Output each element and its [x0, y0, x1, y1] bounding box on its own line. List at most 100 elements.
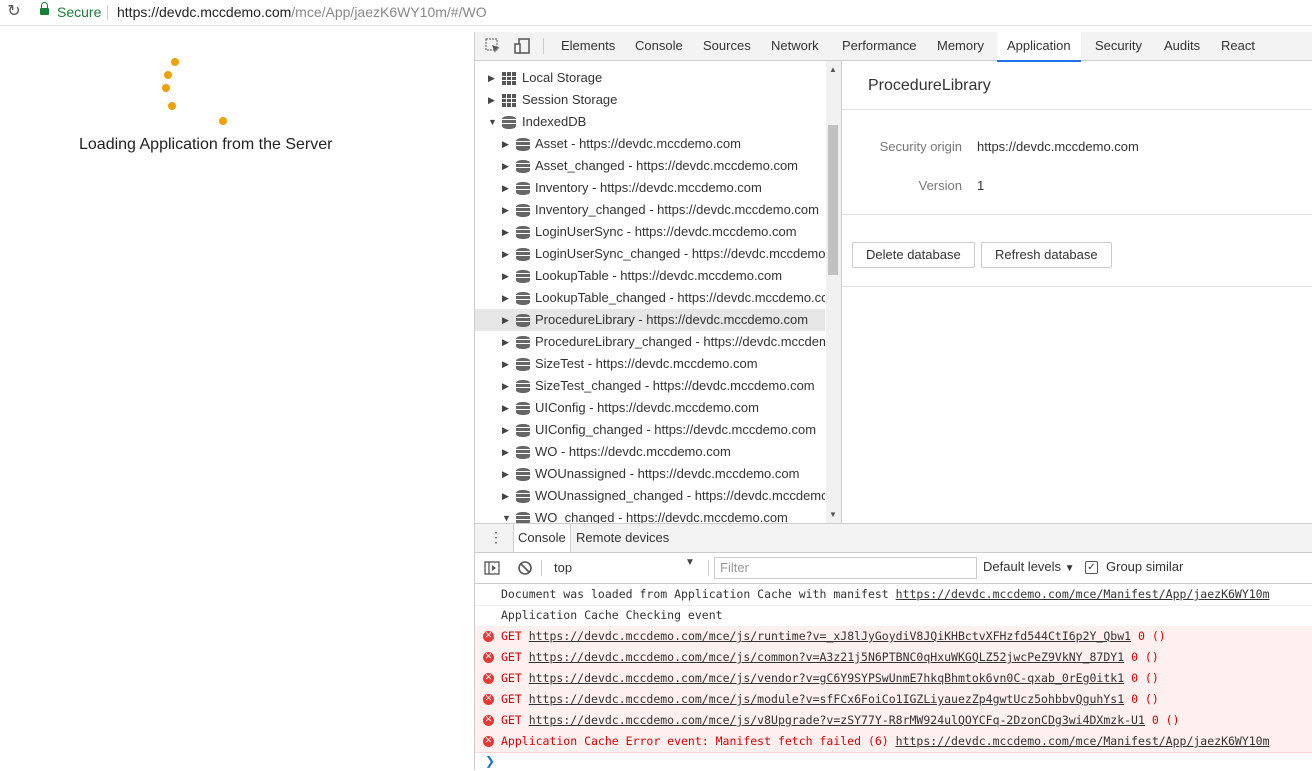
device-toggle-icon[interactable] [514, 38, 530, 54]
collapse-arrow-icon[interactable]: ▶ [502, 353, 512, 375]
message-link[interactable]: https://devdc.mccdemo.com/mce/js/runtime… [529, 629, 1131, 643]
expand-arrow-icon[interactable]: ▼ [488, 111, 498, 133]
collapse-arrow-icon[interactable]: ▶ [502, 177, 512, 199]
tab-elements[interactable]: Elements [551, 32, 625, 60]
tree-item-sizetest-changed[interactable]: ▶ SizeTest_changed - https://devdc.mccdem… [475, 375, 825, 397]
storage-grid-icon [502, 72, 516, 85]
message-text: GET https://devdc.mccdemo.com/mce/js/ven… [501, 668, 1159, 689]
context-select[interactable]: top [547, 558, 706, 578]
tree-item-label: LookupTable - https://devdc.mccdemo.com [535, 268, 783, 283]
collapse-arrow-icon[interactable]: ▶ [502, 221, 512, 243]
tab-sources[interactable]: Sources [693, 32, 761, 60]
message-text: GET https://devdc.mccdemo.com/mce/js/run… [501, 626, 1166, 647]
security-origin-label: Security origin [879, 139, 962, 154]
tab-remote-devices[interactable]: Remote devices [572, 524, 673, 552]
tree-item-wo[interactable]: ▶ WO - https://devdc.mccdemo.com [475, 441, 825, 463]
tree-item-label: Local Storage [522, 70, 603, 85]
refresh-database-button[interactable]: Refresh database [981, 242, 1112, 268]
tab-memory[interactable]: Memory [927, 32, 994, 60]
error-icon: ✕ [483, 673, 494, 684]
tree-item-procedurelibrary[interactable]: ▶ ProcedureLibrary - https://devdc.mccdem… [475, 309, 825, 331]
tab-network[interactable]: Network [761, 32, 829, 60]
collapse-arrow-icon[interactable]: ▶ [502, 375, 512, 397]
collapse-arrow-icon[interactable]: ▶ [502, 265, 512, 287]
filter-input[interactable]: Filter [714, 557, 977, 579]
collapse-arrow-icon[interactable]: ▶ [502, 419, 512, 441]
more-options-icon[interactable]: ⋮ [489, 530, 503, 544]
tree-item-procedurelibrary-changed[interactable]: ▶ ProcedureLibrary_changed - https://devd… [475, 331, 825, 353]
tab-audits[interactable]: Audits [1154, 32, 1210, 60]
clear-console-icon[interactable] [517, 560, 533, 576]
tree-item-label: ProcedureLibrary - https://devdc.mccdemo… [535, 312, 809, 327]
expand-arrow-icon[interactable]: ▼ [502, 507, 512, 523]
collapse-arrow-icon[interactable]: ▶ [502, 485, 512, 507]
message-prefix: Application Cache Error event: Manifest … [501, 734, 896, 748]
tree-item-uiconfig-changed[interactable]: ▶ UIConfig_changed - https://devdc.mccdem… [475, 419, 825, 441]
collapse-arrow-icon[interactable]: ▶ [502, 463, 512, 485]
collapse-arrow-icon[interactable]: ▶ [502, 133, 512, 155]
collapse-arrow-icon[interactable]: ▶ [502, 397, 512, 419]
tree-item-loginusersync[interactable]: ▶ LoginUserSync - https://devdc.mccdemo.c… [475, 221, 825, 243]
message-link[interactable]: https://devdc.mccdemo.com/mce/Manifest/A… [896, 587, 1270, 601]
message-link[interactable]: https://devdc.mccdemo.com/mce/Manifest/A… [896, 734, 1270, 748]
tree-item-local-storage[interactable]: ▶ Local Storage [475, 67, 825, 89]
collapse-arrow-icon[interactable]: ▶ [502, 441, 512, 463]
secure-label[interactable]: Secure [57, 4, 101, 20]
url-path: /mce/App/jaezK6WY10m/#/WO [291, 4, 487, 20]
tree-item-inventory[interactable]: ▶ Inventory - https://devdc.mccdemo.com [475, 177, 825, 199]
reload-icon[interactable]: ↻ [5, 3, 23, 21]
collapse-arrow-icon[interactable]: ▶ [502, 199, 512, 221]
database-icon [516, 468, 530, 481]
tree-item-wounassigned-changed[interactable]: ▶ WOUnassigned_changed - https://devdc.mc… [475, 485, 825, 507]
tree-item-loginusersync-changed[interactable]: ▶ LoginUserSync_changed - https://devdc.m… [475, 243, 825, 265]
tree-item-lookuptable[interactable]: ▶ LookupTable - https://devdc.mccdemo.com [475, 265, 825, 287]
tab-application[interactable]: Application [997, 32, 1081, 62]
divider [541, 560, 542, 576]
tree-item-sizetest[interactable]: ▶ SizeTest - https://devdc.mccdemo.com [475, 353, 825, 375]
collapse-arrow-icon[interactable]: ▶ [502, 243, 512, 265]
collapse-arrow-icon[interactable]: ▶ [502, 331, 512, 353]
group-similar-checkbox[interactable]: ✓ [1085, 561, 1098, 574]
tree-item-label: Asset - https://devdc.mccdemo.com [535, 136, 741, 151]
database-icon [516, 160, 530, 173]
message-link[interactable]: https://devdc.mccdemo.com/mce/js/common?… [529, 650, 1124, 664]
message-prefix: GET [501, 713, 529, 727]
collapse-arrow-icon[interactable]: ▶ [502, 309, 512, 331]
tree-item-inventory-changed[interactable]: ▶ Inventory_changed - https://devdc.mccde… [475, 199, 825, 221]
tree-item-uiconfig[interactable]: ▶ UIConfig - https://devdc.mccdemo.com [475, 397, 825, 419]
tree-item-asset[interactable]: ▶ Asset - https://devdc.mccdemo.com [475, 133, 825, 155]
inspect-icon[interactable] [485, 38, 501, 54]
delete-database-button[interactable]: Delete database [852, 242, 975, 268]
divider [708, 560, 709, 576]
tab-react[interactable]: React [1211, 32, 1265, 60]
tab-performance[interactable]: Performance [832, 32, 926, 60]
tree-item-wounassigned[interactable]: ▶ WOUnassigned - https://devdc.mccdemo.co… [475, 463, 825, 485]
tree-item-label: UIConfig_changed - https://devdc.mccdemo… [535, 422, 817, 437]
tree-item-lookuptable-changed[interactable]: ▶ LookupTable_changed - https://devdc.mcc… [475, 287, 825, 309]
tree-item-indexeddb[interactable]: ▼ IndexedDB [475, 111, 825, 133]
drawer-tabs: ⋮ Console Remote devices [475, 524, 1312, 553]
message-link[interactable]: https://devdc.mccdemo.com/mce/js/v8Upgra… [529, 713, 1145, 727]
tab-console[interactable]: Console [513, 524, 571, 552]
devtools-panel: Elements Console Sources Network Performance… [474, 32, 1312, 770]
tree-item-wo-changed[interactable]: ▼ WO_changed - https://devdc.mccdemo.com [475, 507, 825, 523]
tab-security[interactable]: Security [1085, 32, 1152, 60]
error-icon: ✕ [483, 652, 494, 663]
scroll-down-icon[interactable]: ▼ [829, 510, 837, 519]
url-text[interactable]: https://devdc.mccdemo.com/mce/App/jaezK6… [117, 4, 487, 20]
collapse-arrow-icon[interactable]: ▶ [502, 155, 512, 177]
collapse-arrow-icon[interactable]: ▶ [488, 67, 498, 89]
message-text: GET https://devdc.mccdemo.com/mce/js/v8U… [501, 710, 1180, 731]
message-link[interactable]: https://devdc.mccdemo.com/mce/js/vendor?… [529, 671, 1124, 685]
message-link[interactable]: https://devdc.mccdemo.com/mce/js/module?… [529, 692, 1124, 706]
collapse-arrow-icon[interactable]: ▶ [502, 287, 512, 309]
default-levels-dropdown[interactable]: Default levels ▼ [983, 559, 1075, 574]
tree-scrollbar-thumb[interactable] [828, 125, 838, 275]
tab-console[interactable]: Console [625, 32, 693, 60]
tree-item-session-storage[interactable]: ▶ Session Storage [475, 89, 825, 111]
collapse-arrow-icon[interactable]: ▶ [488, 89, 498, 111]
sidebar-toggle-icon[interactable] [484, 560, 500, 576]
tree-item-asset-changed[interactable]: ▶ Asset_changed - https://devdc.mccdemo.c… [475, 155, 825, 177]
console-prompt-icon[interactable]: ❯ [485, 754, 495, 768]
scroll-up-icon[interactable]: ▲ [829, 65, 837, 74]
